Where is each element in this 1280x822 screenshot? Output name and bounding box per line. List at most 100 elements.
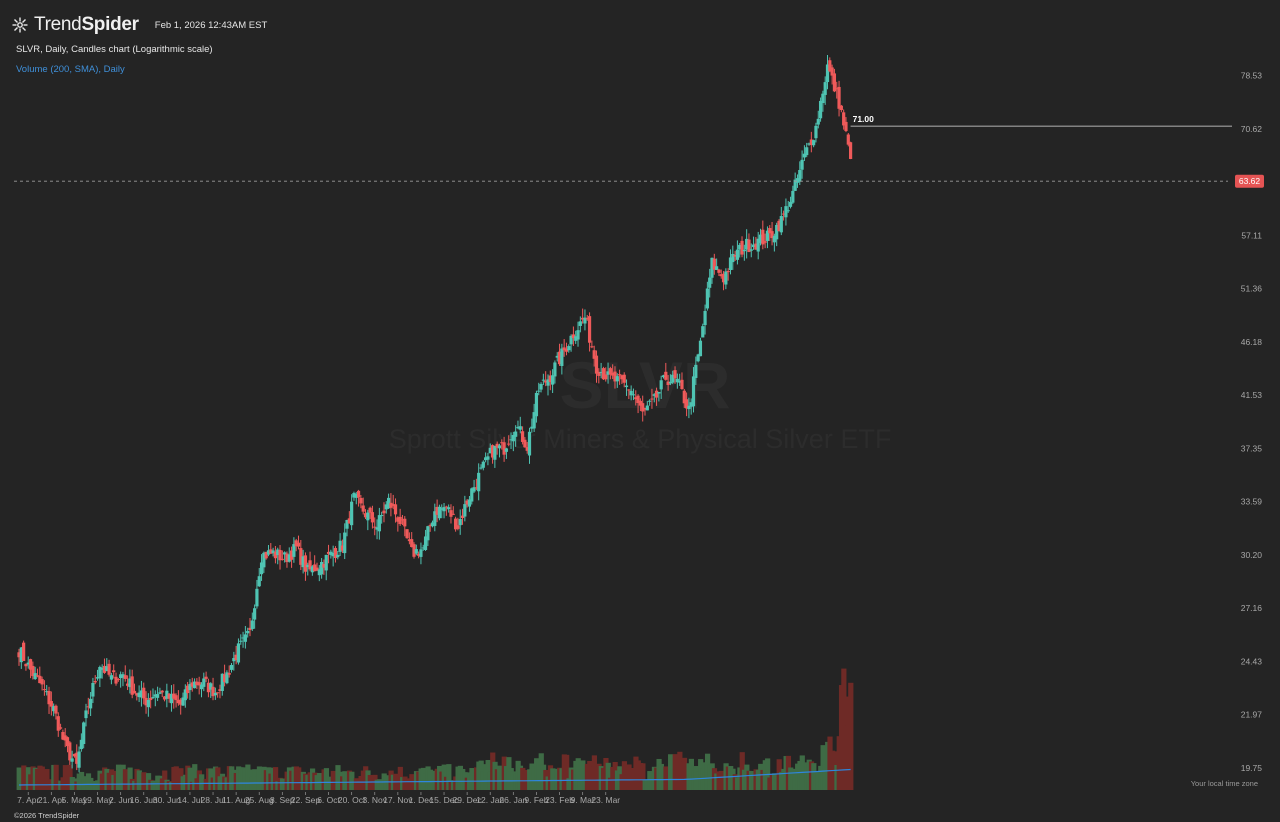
candle-body [204, 676, 208, 679]
candle-body [257, 576, 261, 587]
candle-body [350, 501, 354, 526]
candle-body [659, 380, 663, 390]
candle-body [717, 269, 721, 273]
candle-body [590, 346, 594, 348]
y-tick-label: 78.53 [1241, 71, 1263, 81]
y-tick-label: 70.62 [1241, 124, 1263, 134]
candle-body [604, 374, 608, 380]
candle-body [844, 121, 848, 132]
candle-body [343, 532, 347, 554]
y-tick-label: 57.11 [1241, 230, 1262, 240]
candle-body [151, 697, 155, 699]
chart-title: SLVR, Daily, Candles chart (Logarithmic … [16, 44, 213, 55]
candle-body [447, 507, 451, 510]
timezone-note[interactable]: Your local time zone [1191, 779, 1258, 788]
candle-body [458, 519, 462, 526]
candle-body [821, 93, 825, 104]
candle-body [91, 682, 95, 697]
candle-body [403, 518, 407, 527]
candle-body [837, 86, 841, 109]
price-chart[interactable]: SLVR Sprott Silver Miners & Physical Sil… [0, 0, 1280, 822]
candle-body [724, 271, 728, 285]
candle-body [627, 389, 631, 391]
candle-body [202, 678, 206, 687]
candle-body [82, 722, 86, 745]
candle-body [551, 375, 555, 385]
candle-body [419, 549, 423, 557]
candle-body [382, 510, 386, 514]
candle-body [216, 692, 220, 694]
y-tick-label: 33.59 [1241, 497, 1263, 507]
candle-body [534, 392, 539, 417]
y-tick-label: 21.97 [1241, 710, 1263, 720]
candle-body [553, 362, 557, 377]
candle-body [514, 431, 518, 437]
candle-body [481, 461, 485, 468]
candle-body [116, 679, 120, 681]
x-tick-label: 22. Sep [291, 795, 321, 805]
candle-body [818, 100, 823, 119]
candle-body [280, 558, 284, 560]
y-tick-label: 30.20 [1241, 550, 1263, 560]
candle-body [715, 266, 719, 270]
candle-body [786, 210, 790, 212]
candle-body [160, 690, 164, 693]
candle-body [849, 142, 853, 159]
candle-body [93, 680, 97, 683]
candle-body [149, 697, 153, 701]
candle-body [664, 371, 668, 380]
candle-body [42, 689, 47, 691]
volume-bar [848, 682, 854, 790]
candle-body [250, 620, 254, 630]
candle-body [624, 385, 629, 388]
candle-body [648, 400, 652, 402]
candle-body [493, 445, 497, 460]
y-tick-label: 46.18 [1241, 337, 1263, 347]
candle-body [560, 348, 564, 366]
candle-body [146, 699, 150, 708]
candle-body [368, 507, 372, 513]
candle-body [123, 675, 127, 679]
candle-body [77, 751, 81, 768]
candle-body [798, 170, 802, 182]
candle-body [377, 515, 381, 532]
y-axis: 78.53 70.62 63.62 57.11 51.36 46.18 41.53 37.35… [1235, 71, 1264, 773]
candle-body [657, 392, 661, 394]
candle-body [701, 326, 705, 338]
candle-body [49, 701, 53, 707]
candle-body [823, 82, 827, 95]
candle-body [523, 439, 527, 448]
level-label: 71.00 [853, 114, 875, 124]
candle-body [779, 216, 783, 233]
candle-body [673, 370, 677, 379]
candle-body [463, 504, 467, 517]
candle-body [246, 630, 250, 634]
candle-body [800, 159, 804, 170]
candle-body [839, 105, 843, 111]
brand-header: TrendSpider Feb 1, 2026 12:43AM EST [12, 14, 267, 36]
candle-body [278, 549, 282, 561]
timestamp: Feb 1, 2026 12:43AM EST [154, 19, 268, 31]
candle-body [296, 542, 301, 547]
candle-body [255, 588, 259, 607]
indicator-label[interactable]: Volume (200, SMA), Daily [16, 64, 125, 75]
candle-body [366, 512, 370, 521]
price-lines: 71.00 [14, 114, 1232, 182]
candle-body [507, 443, 511, 445]
x-tick-label: 14. Jul [177, 795, 202, 805]
candle-body [107, 663, 111, 675]
candle-body [456, 525, 460, 529]
x-tick-label: 7. Apr [17, 795, 39, 805]
candle-body [735, 249, 740, 260]
candle-body [527, 431, 532, 456]
candle-body [22, 642, 26, 661]
y-tick-label: 41.53 [1241, 390, 1263, 400]
candle-body [227, 673, 231, 675]
candle-body [641, 403, 645, 412]
candle-body [442, 507, 446, 512]
copyright: ©2026 TrendSpider [14, 811, 80, 820]
candle-body [618, 374, 622, 376]
watermark-fund-name: Sprott Silver Miners & Physical Silver E… [389, 424, 892, 454]
candle-body [477, 472, 481, 492]
candle-body [398, 516, 402, 525]
